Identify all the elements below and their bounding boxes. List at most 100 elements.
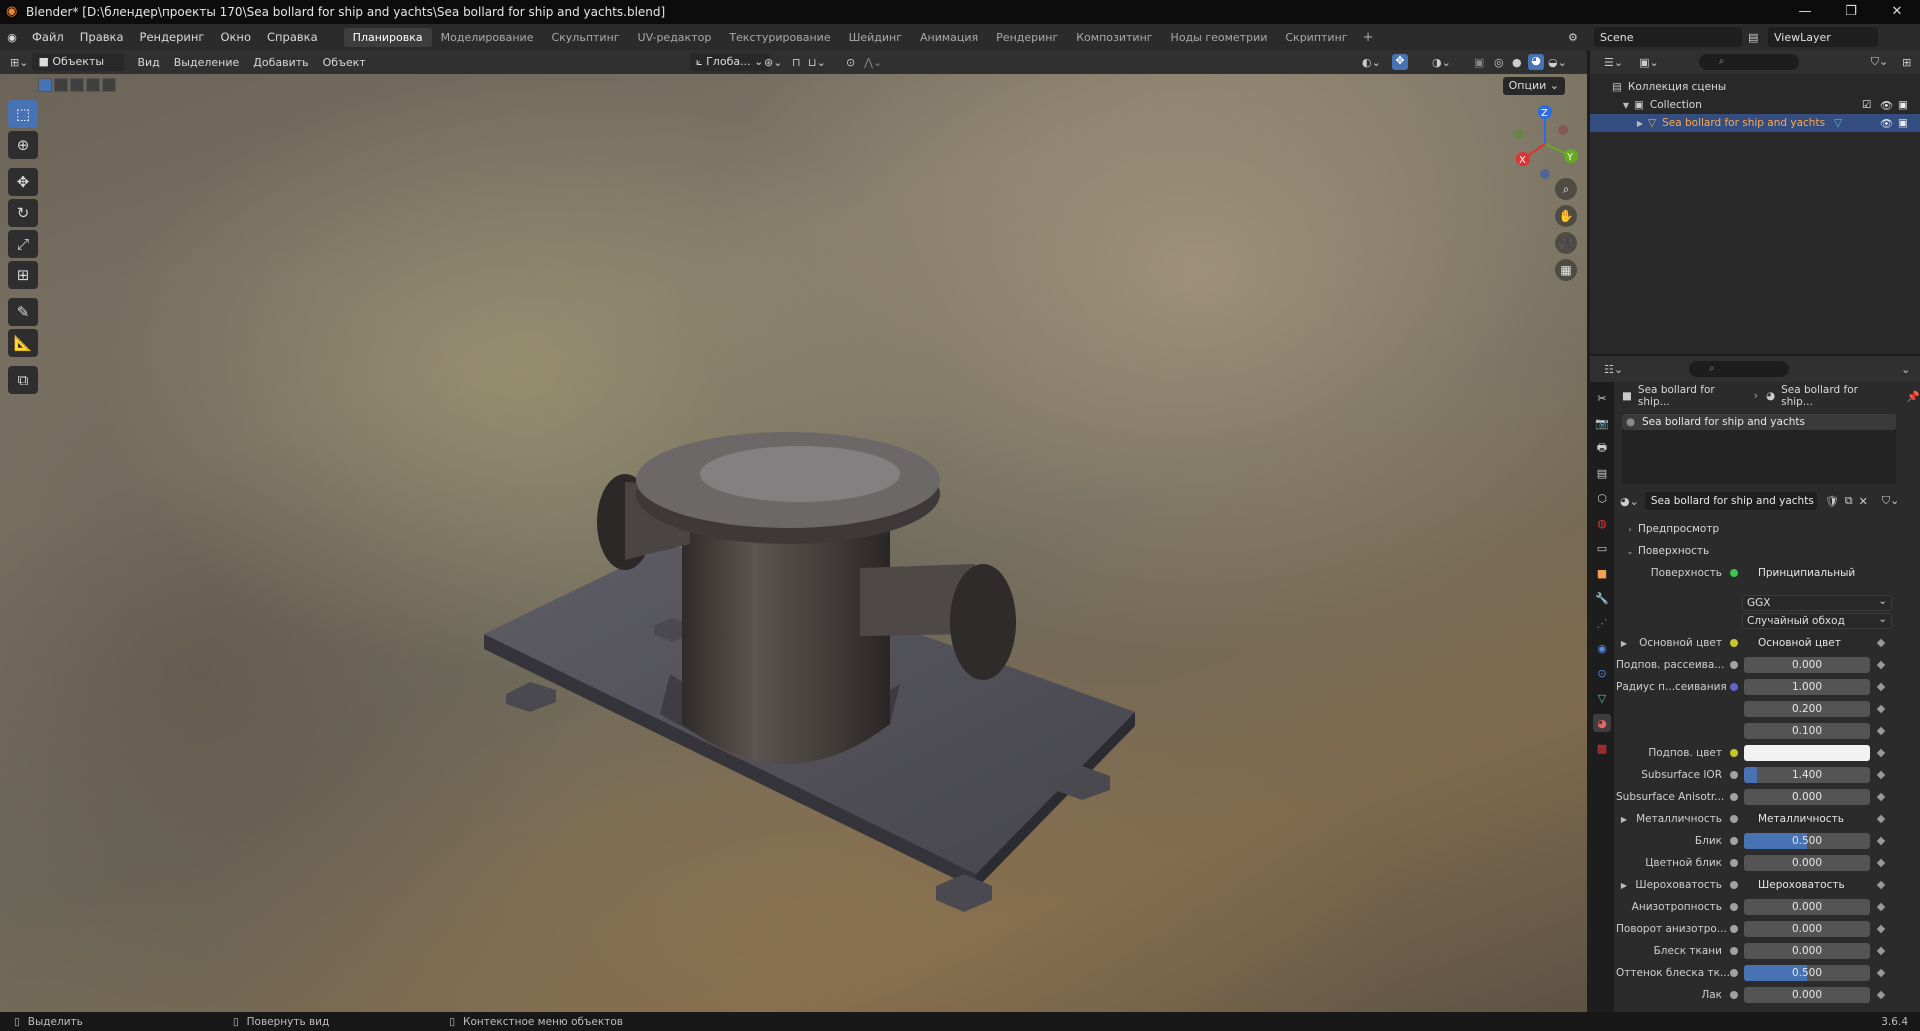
keyframe-icon[interactable] (1876, 660, 1886, 670)
material-slot-item[interactable]: ● Sea bollard for ship and yachts (1622, 414, 1896, 430)
socket-icon[interactable] (1730, 903, 1738, 911)
view-layer-tab-icon[interactable]: ▤ (1593, 464, 1611, 482)
workspace-tab-6[interactable]: Анимация (911, 28, 987, 47)
keyframe-icon[interactable] (1876, 902, 1886, 912)
workspace-tab-7[interactable]: Рендеринг (987, 28, 1067, 47)
socket-icon[interactable] (1730, 815, 1738, 823)
pin-icon[interactable]: 📌 (1907, 390, 1920, 403)
outliner-row-object[interactable]: ▶ ▽ Sea bollard for ship and yachts ▽ 👁 … (1590, 114, 1920, 132)
scene-selector[interactable]: Scene (1594, 27, 1742, 47)
field-value[interactable]: 0.000 (1744, 789, 1870, 805)
field-value[interactable]: Основной цвет (1744, 635, 1870, 651)
pan-hand-icon[interactable]: ✋ (1555, 205, 1577, 227)
menu-item-2[interactable]: Рендеринг (132, 30, 213, 44)
mesh-data-icon[interactable]: ▽ (1834, 117, 1842, 129)
material-tab-icon[interactable]: ◕ (1593, 714, 1611, 732)
field-value[interactable] (1744, 745, 1870, 761)
duplicate-icon[interactable]: ⧉ (1845, 494, 1853, 508)
menu-item-1[interactable]: Правка (72, 30, 132, 44)
eye-icon[interactable]: 👁 (1880, 117, 1893, 130)
new-collection-icon[interactable]: ⊞ (1902, 56, 1911, 69)
3d-viewport[interactable]: Опции ⌄ ⬚ ⊕ ✥ ↻ ⤢ ⊞ ✎ 📐 ⧉ Z Y X ⌕ ✋ 🎥 ▦ (0, 74, 1587, 1012)
slot-filter-icon[interactable]: ⛉⌄ (1882, 494, 1899, 508)
socket-icon[interactable] (1730, 991, 1738, 999)
shading-rendered-icon[interactable]: ◒⌄ (1548, 56, 1567, 69)
socket-icon[interactable] (1730, 639, 1738, 647)
workspace-tab-4[interactable]: Текстурирование (720, 28, 839, 47)
transform-orientation[interactable]: ⟀ Глоба... ⌄ (690, 53, 770, 71)
panel-preview[interactable]: › Предпросмотр (1616, 518, 1920, 540)
viewport-menu-0[interactable]: Вид (130, 56, 166, 69)
overlay-toggle-icon[interactable]: ◑⌄ (1432, 56, 1451, 69)
field-expand-icon[interactable]: ▶ (1616, 815, 1632, 824)
workspace-tab-5[interactable]: Шейдинг (840, 28, 911, 47)
unlink-icon[interactable]: ✕ (1859, 495, 1868, 508)
render-camera-icon[interactable]: ▣ (1898, 99, 1908, 111)
outliner-editor-icon[interactable]: ☰⌄ (1604, 56, 1623, 69)
viewport-menu-2[interactable]: Добавить (246, 56, 315, 69)
material-slot-list[interactable]: ● Sea bollard for ship and yachts (1622, 414, 1896, 484)
socket-icon[interactable] (1730, 881, 1738, 889)
shading-solid-icon[interactable]: ● (1512, 56, 1522, 69)
keyframe-icon[interactable] (1876, 814, 1886, 824)
field-value[interactable]: 0.500 (1744, 965, 1870, 981)
gizmo-toggle-icon[interactable]: ✥ (1392, 54, 1408, 70)
camera-icon[interactable]: 🎥 (1555, 232, 1577, 254)
keyframe-icon[interactable] (1876, 858, 1886, 868)
field-value[interactable]: 0.000 (1744, 899, 1870, 915)
expand-arrow-icon[interactable]: ▶ (1632, 119, 1648, 128)
panel-surface[interactable]: ⌄ Поверхность (1616, 540, 1920, 562)
close-button[interactable]: ✕ (1874, 0, 1920, 24)
shading-material-icon[interactable]: ◕ (1528, 54, 1544, 70)
keyframe-icon[interactable] (1876, 704, 1886, 714)
render-tab-icon[interactable]: 📷 (1593, 414, 1611, 432)
particles-tab-icon[interactable]: ⋰ (1593, 614, 1611, 632)
keyframe-icon[interactable] (1876, 748, 1886, 758)
object-tab-icon[interactable]: ■ (1593, 564, 1611, 582)
restore-button[interactable]: ❐ (1828, 0, 1874, 24)
add-workspace-button[interactable]: + (1357, 30, 1380, 45)
socket-icon[interactable] (1730, 837, 1738, 845)
socket-icon[interactable] (1730, 683, 1738, 691)
tool-tab-icon[interactable]: ✂ (1593, 389, 1611, 407)
menu-item-4[interactable]: Справка (259, 30, 326, 44)
options-chevron-icon[interactable]: ⌄ (1901, 363, 1910, 376)
browse-material-icon[interactable]: ◕⌄ (1620, 495, 1639, 508)
proportional-edit-icon[interactable]: ⊙ (846, 56, 855, 69)
field-expand-icon[interactable]: ▶ (1616, 639, 1632, 648)
render-camera-icon[interactable]: ▣ (1898, 117, 1908, 129)
constraints-tab-icon[interactable]: ⊙ (1593, 664, 1611, 682)
keyframe-icon[interactable] (1876, 990, 1886, 1000)
scene-tab-icon[interactable]: ⬡ (1593, 489, 1611, 507)
keyframe-icon[interactable] (1876, 946, 1886, 956)
viewport-menu-1[interactable]: Выделение (167, 56, 247, 69)
socket-icon[interactable] (1730, 859, 1738, 867)
socket-icon[interactable] (1730, 661, 1738, 669)
subsurface-method-dropdown[interactable]: Случайный обход (1742, 612, 1892, 629)
modifier-tab-icon[interactable]: 🔧 (1593, 589, 1611, 607)
socket-icon[interactable] (1730, 771, 1738, 779)
data-tab-icon[interactable]: ▽ (1593, 689, 1611, 707)
editor-type-icon[interactable]: ⊞⌄ (10, 56, 28, 69)
expand-arrow-icon[interactable]: ▼ (1618, 101, 1634, 110)
bollard-model[interactable] (0, 74, 1587, 1012)
display-mode-icon[interactable]: ▣⌄ (1639, 56, 1659, 69)
output-tab-icon[interactable]: 🖶 (1593, 439, 1611, 457)
physics-tab-icon[interactable]: ◉ (1593, 639, 1611, 657)
world-tab-icon[interactable]: ◍ (1593, 514, 1611, 532)
properties-editor-icon[interactable]: ☷⌄ (1604, 363, 1623, 376)
field-value[interactable]: 1.400 (1744, 767, 1870, 783)
texture-tab-icon[interactable]: ▩ (1593, 739, 1611, 757)
xray-icon[interactable]: ▣ (1474, 56, 1484, 69)
workspace-tab-9[interactable]: Ноды геометрии (1162, 28, 1277, 47)
field-value[interactable]: 0.000 (1744, 943, 1870, 959)
field-value[interactable]: 0.100 (1744, 723, 1870, 739)
keyframe-icon[interactable] (1876, 770, 1886, 780)
visibility-icon[interactable]: ◐⌄ (1362, 56, 1381, 69)
fake-user-icon[interactable]: 🛡 (1825, 495, 1839, 508)
keyframe-icon[interactable] (1876, 682, 1886, 692)
field-value[interactable]: 0.000 (1744, 657, 1870, 673)
surface-shader-value[interactable]: Принципиальный BSDF (1744, 565, 1870, 581)
keyframe-icon[interactable] (1876, 792, 1886, 802)
workspace-tab-2[interactable]: Скульптинг (542, 28, 628, 47)
